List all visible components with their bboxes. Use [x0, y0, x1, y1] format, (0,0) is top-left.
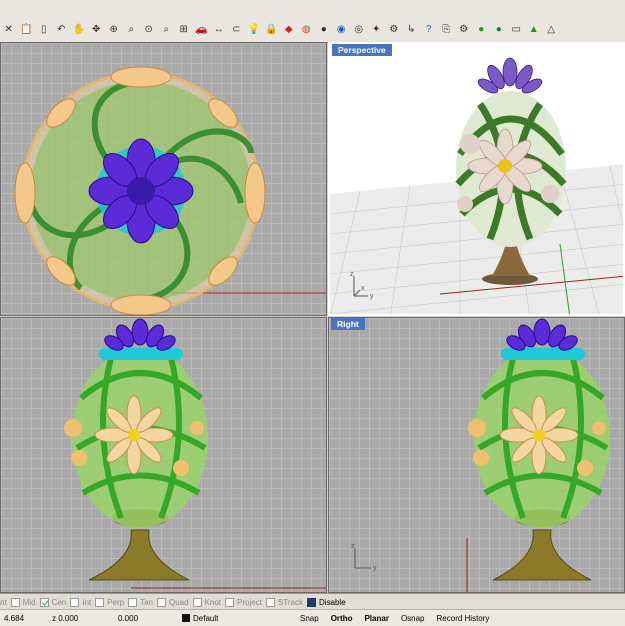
zoom-window-icon[interactable]: ⌕	[123, 21, 141, 39]
zoom-extents-icon[interactable]: ⊕	[105, 21, 123, 39]
osnap-cen[interactable]: Cen	[39, 597, 67, 607]
history-icon[interactable]: ↳	[403, 21, 421, 39]
osnap-checkbox[interactable]	[156, 597, 166, 607]
axis-label-z: z	[350, 271, 354, 278]
osnap-perp[interactable]: Perp	[95, 597, 125, 607]
osnap-checkbox[interactable]	[39, 597, 49, 607]
lock-icon[interactable]: 🔒	[263, 21, 281, 39]
osnap-checkbox[interactable]	[128, 597, 138, 607]
osnap-pane[interactable]: Osnap	[395, 614, 431, 623]
axis-label-z: z	[351, 543, 355, 550]
osnap-label: Tan	[140, 597, 153, 607]
viewport-front[interactable]	[0, 317, 327, 593]
osnap-nt[interactable]: nt	[0, 598, 7, 607]
toolbar-row: ✕ 📋 ▯ ↶ ✋ ✥ ⊕ ⌕ ⊙ ⌕ ⊞ 🚗 ↔ ⊂ 💡 🔒 ◆ ◍ ● ◉ ◎ ✦ ⚙ ↳? ⎘ ⚙ ● ● ▭ ▲ △	[0, 19, 625, 41]
snap-pane[interactable]: Snap	[294, 614, 325, 623]
toolbar: ✕ 📋 ▯ ↶ ✋ ✥ ⊕ ⌕ ⊙ ⌕ ⊞ 🚗 ↔ ⊂ 💡 🔒 ◆ ◍ ● ◉ ◎ ✦ ⚙ ↳? ⎘ ⚙ ● ● ▭ ▲ △	[0, 0, 625, 43]
mesh-icon[interactable]: ⚙	[385, 21, 403, 39]
settings-icon[interactable]: ⚙	[455, 21, 473, 39]
viewport-top[interactable]	[0, 42, 327, 316]
osnap-tan[interactable]: Tan	[128, 597, 153, 607]
viewport-title-right[interactable]: Right	[331, 318, 365, 330]
osnap-checkbox[interactable]	[306, 597, 316, 607]
axis-label-y: y	[370, 293, 374, 300]
render-icon[interactable]: ◉	[333, 21, 351, 39]
close-icon[interactable]: ✕	[0, 21, 18, 39]
osnap-label: Int	[82, 597, 92, 607]
status-bar: 4.684 z 0.000 0.000 Default Snap Ortho P…	[0, 609, 625, 626]
osnap-label: Perp	[107, 597, 125, 607]
tree-icon[interactable]: ▲	[525, 21, 543, 39]
axis-label-y: y	[373, 565, 377, 572]
egg-perspective-render: z y x	[350, 57, 567, 300]
sphere-icon[interactable]: ●	[315, 21, 333, 39]
osnap-label: Project	[237, 597, 262, 607]
save-as-icon[interactable]: ⎘	[438, 21, 456, 39]
car-icon[interactable]: 🚗	[193, 21, 211, 39]
color-sphere-icon[interactable]: ●	[490, 21, 508, 39]
osnap-mid[interactable]: Mid	[10, 597, 36, 607]
coord-w: 0.000	[118, 613, 139, 623]
planar-pane[interactable]: Planar	[358, 614, 394, 623]
material-icon[interactable]: ◆	[280, 21, 298, 39]
osnap-checkbox[interactable]	[10, 597, 20, 607]
cone-icon[interactable]: △	[543, 21, 561, 39]
undo-icon[interactable]: ↶	[53, 21, 71, 39]
egg-front-view	[64, 318, 326, 589]
egg-right-view: z y	[351, 318, 610, 592]
record-history-pane[interactable]: Record History	[431, 614, 496, 623]
color-wheel-icon[interactable]: ◍	[298, 21, 316, 39]
osnap-disable[interactable]: Disable	[306, 597, 346, 607]
dimension-icon[interactable]: ↔	[210, 21, 228, 39]
four-viewports-icon[interactable]: ⊞	[175, 21, 193, 39]
zoom-dynamic-icon[interactable]: ⌕	[158, 21, 176, 39]
egg-top-view	[14, 66, 326, 315]
osnap-bar: nt Mid Cen Int Perp Tan Quad Knot Project STrack D…	[0, 593, 625, 610]
paste-icon[interactable]: 📋	[18, 21, 36, 39]
zoom-selected-icon[interactable]: ⊙	[140, 21, 158, 39]
osnap-label: Mid	[22, 597, 36, 607]
layer-selector[interactable]: Default	[178, 614, 294, 623]
scroll-icon[interactable]: ✦	[368, 21, 386, 39]
osnap-checkbox[interactable]	[70, 597, 80, 607]
osnap-checkbox[interactable]	[265, 597, 275, 607]
osnap-label: Disable	[318, 597, 346, 607]
osnap-int[interactable]: Int	[70, 597, 92, 607]
viewport-perspective[interactable]: z y x Perspective	[328, 42, 625, 316]
osnap-strack[interactable]: STrack	[265, 597, 303, 607]
osnap-label: STrack	[277, 597, 303, 607]
osnap-label: Cen	[51, 597, 67, 607]
coord-x: 4.684	[4, 613, 25, 623]
viewport-right[interactable]: z y Right	[328, 317, 625, 593]
viewport-title-perspective[interactable]: Perspective	[332, 44, 392, 56]
layer-name: Default	[193, 613, 219, 623]
osnap-label: Quad	[168, 597, 189, 607]
target-icon[interactable]: ◎	[350, 21, 368, 39]
osnap-checkbox[interactable]	[95, 597, 105, 607]
move-icon[interactable]: ✥	[88, 21, 106, 39]
osnap-knot[interactable]: Knot	[192, 597, 222, 607]
pan-hand-icon[interactable]: ✋	[70, 21, 88, 39]
layer-color-swatch	[182, 614, 190, 623]
lightbulb-icon[interactable]: 💡	[245, 21, 263, 39]
help-icon[interactable]: ?	[420, 21, 438, 39]
osnap-checkbox[interactable]	[225, 597, 235, 607]
window-icon[interactable]: ▭	[508, 21, 526, 39]
coord-z: z 0.000	[52, 613, 79, 623]
ortho-pane[interactable]: Ortho	[325, 614, 359, 623]
osnap-label: nt	[0, 597, 7, 607]
osnap-project[interactable]: Project	[225, 597, 262, 607]
axis-label-x: x	[361, 285, 365, 292]
green-sphere-icon[interactable]: ●	[473, 21, 491, 39]
osnap-quad[interactable]: Quad	[156, 597, 189, 607]
layer-icon[interactable]: ⊂	[228, 21, 246, 39]
clipboard-icon[interactable]: ▯	[35, 21, 53, 39]
osnap-checkbox[interactable]	[192, 597, 202, 607]
osnap-label: Knot	[204, 597, 222, 607]
